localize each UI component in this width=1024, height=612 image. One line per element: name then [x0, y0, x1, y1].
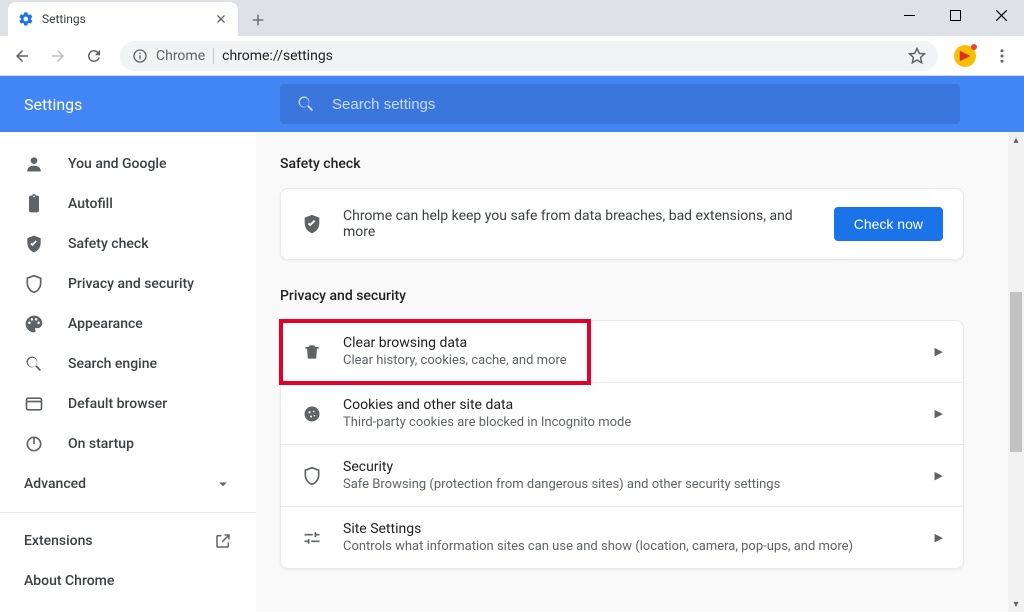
sidebar-item-autofill[interactable]: Autofill [0, 184, 256, 224]
chevron-right-icon: ▶ [935, 531, 943, 544]
row-desc: Third-party cookies are blocked in Incog… [343, 415, 915, 430]
palette-icon [24, 314, 44, 334]
cookie-icon [301, 403, 323, 425]
sidebar-item-appearance[interactable]: Appearance [0, 304, 256, 344]
settings-sidebar: You and Google Autofill Safety check Pri… [0, 132, 256, 612]
shield-check-icon [24, 234, 44, 254]
row-clear-browsing-data[interactable]: Clear browsing data Clear history, cooki… [281, 321, 963, 382]
bookmark-star-icon[interactable] [908, 47, 926, 65]
person-icon [24, 154, 44, 174]
tab-title: Settings [42, 12, 206, 26]
url-separator [213, 48, 214, 64]
maximize-button[interactable] [932, 0, 978, 30]
browser-titlebar: Settings [0, 0, 1024, 36]
row-title: Cookies and other site data [343, 397, 915, 413]
advanced-label: Advanced [24, 476, 86, 492]
settings-topbar: Settings [0, 76, 1024, 132]
sidebar-item-label: Safety check [68, 236, 149, 252]
site-info-icon[interactable] [132, 48, 148, 64]
clipboard-icon [24, 194, 44, 214]
sidebar-item-about[interactable]: About Chrome [0, 561, 256, 601]
power-icon [24, 434, 44, 454]
new-tab-button[interactable] [244, 6, 272, 34]
url-path: chrome://settings [222, 48, 333, 64]
shield-icon [24, 274, 44, 294]
row-desc: Clear history, cookies, cache, and more [343, 353, 915, 368]
row-desc: Controls what information sites can use … [343, 539, 915, 554]
chevron-down-icon [214, 475, 232, 493]
row-title: Site Settings [343, 521, 915, 537]
external-link-icon [214, 532, 232, 550]
row-cookies[interactable]: Cookies and other site data Third-party … [281, 382, 963, 444]
row-security[interactable]: Security Safe Browsing (protection from … [281, 444, 963, 506]
browser-toolbar: Chrome chrome://settings [0, 36, 1024, 76]
page-title: Settings [0, 95, 256, 114]
sidebar-item-label: Search engine [68, 356, 157, 372]
safety-check-card: Chrome can help keep you safe from data … [280, 188, 964, 260]
settings-search[interactable] [280, 84, 960, 124]
back-button[interactable] [6, 40, 38, 72]
settings-page: Settings You and Google Autofill Safety … [0, 76, 1024, 612]
row-title: Clear browsing data [343, 335, 915, 351]
settings-content: Safety check Chrome can help keep you sa… [256, 132, 1024, 612]
trash-icon [301, 341, 323, 363]
sidebar-item-label: Autofill [68, 196, 113, 212]
sidebar-item-extensions[interactable]: Extensions [0, 521, 256, 561]
tune-icon [301, 527, 323, 549]
search-icon [24, 354, 44, 374]
sidebar-item-safety-check[interactable]: Safety check [0, 224, 256, 264]
close-window-button[interactable] [978, 0, 1024, 30]
scrollbar[interactable]: ▴ ▾ [1008, 132, 1024, 612]
scroll-down-arrow[interactable]: ▾ [1008, 596, 1024, 612]
sidebar-item-label: You and Google [68, 156, 166, 172]
privacy-section-title: Privacy and security [280, 288, 964, 304]
extension-icon[interactable] [954, 45, 976, 67]
url-host: Chrome [156, 48, 205, 64]
window-controls [886, 0, 1024, 30]
sidebar-divider [0, 512, 256, 513]
menu-button[interactable] [986, 40, 1018, 72]
shield-check-icon [301, 213, 323, 235]
address-bar[interactable]: Chrome chrome://settings [120, 41, 938, 71]
reload-button[interactable] [78, 40, 110, 72]
extensions-label: Extensions [24, 533, 93, 549]
row-title: Security [343, 459, 915, 475]
shield-icon [301, 465, 323, 487]
gear-icon [18, 11, 34, 27]
minimize-button[interactable] [886, 0, 932, 30]
sidebar-item-label: Appearance [68, 316, 143, 332]
sidebar-item-on-startup[interactable]: On startup [0, 424, 256, 464]
about-label: About Chrome [24, 573, 114, 589]
advanced-toggle[interactable]: Advanced [0, 464, 256, 504]
close-tab-button[interactable] [214, 12, 228, 26]
row-site-settings[interactable]: Site Settings Controls what information … [281, 506, 963, 568]
sidebar-item-label: On startup [68, 436, 134, 452]
chevron-right-icon: ▶ [935, 407, 943, 420]
safety-check-title: Safety check [280, 156, 964, 172]
sidebar-item-default-browser[interactable]: Default browser [0, 384, 256, 424]
sidebar-item-you-and-google[interactable]: You and Google [0, 144, 256, 184]
sidebar-item-privacy[interactable]: Privacy and security [0, 264, 256, 304]
chevron-right-icon: ▶ [935, 345, 943, 358]
sidebar-item-search-engine[interactable]: Search engine [0, 344, 256, 384]
browser-tab[interactable]: Settings [8, 2, 238, 36]
privacy-card: Clear browsing data Clear history, cooki… [280, 320, 964, 569]
scroll-thumb[interactable] [1010, 292, 1022, 452]
settings-search-input[interactable] [332, 96, 944, 113]
browser-icon [24, 394, 44, 414]
chevron-right-icon: ▶ [935, 469, 943, 482]
scroll-up-arrow[interactable]: ▴ [1008, 132, 1024, 148]
check-now-button[interactable]: Check now [834, 207, 943, 241]
row-desc: Safe Browsing (protection from dangerous… [343, 477, 915, 492]
sidebar-item-label: Default browser [68, 396, 167, 412]
sidebar-item-label: Privacy and security [68, 276, 194, 292]
forward-button[interactable] [42, 40, 74, 72]
safety-check-text: Chrome can help keep you safe from data … [343, 208, 814, 240]
search-icon [296, 94, 316, 114]
